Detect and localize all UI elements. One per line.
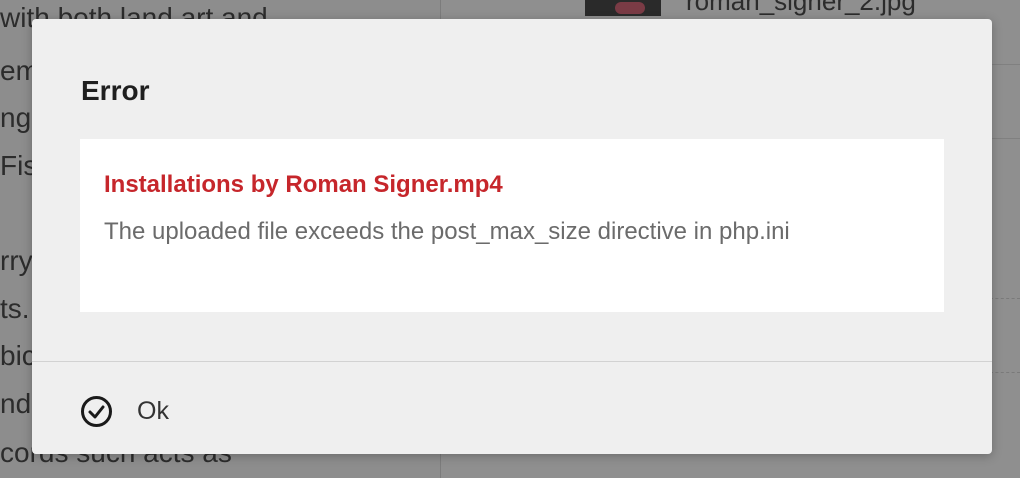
background-text-line: ng [0,102,32,133]
error-filename: Installations by Roman Signer.mp4 [104,171,503,198]
error-description: The uploaded file exceeds the post_max_s… [104,218,790,245]
dialog-divider [32,361,992,362]
ok-button-label: Ok [137,396,169,425]
ok-button[interactable]: Ok [80,391,169,431]
check-circle-icon [80,395,113,428]
background-dashed-line [990,372,1020,373]
background-text-line: rry [0,245,33,276]
background-text-line: ts. [0,293,30,324]
background-dashed-line [990,298,1020,299]
background-text-line: bic [0,340,36,371]
dialog-title: Error [81,75,150,106]
error-message-box: Installations by Roman Signer.mp4 The up… [80,139,944,312]
background-filename: roman_signer_2.jpg [686,0,916,16]
background-text-line: nd [0,388,32,419]
error-dialog: Error Installations by Roman Signer.mp4 … [32,19,992,454]
background-thumbnail [585,0,661,16]
